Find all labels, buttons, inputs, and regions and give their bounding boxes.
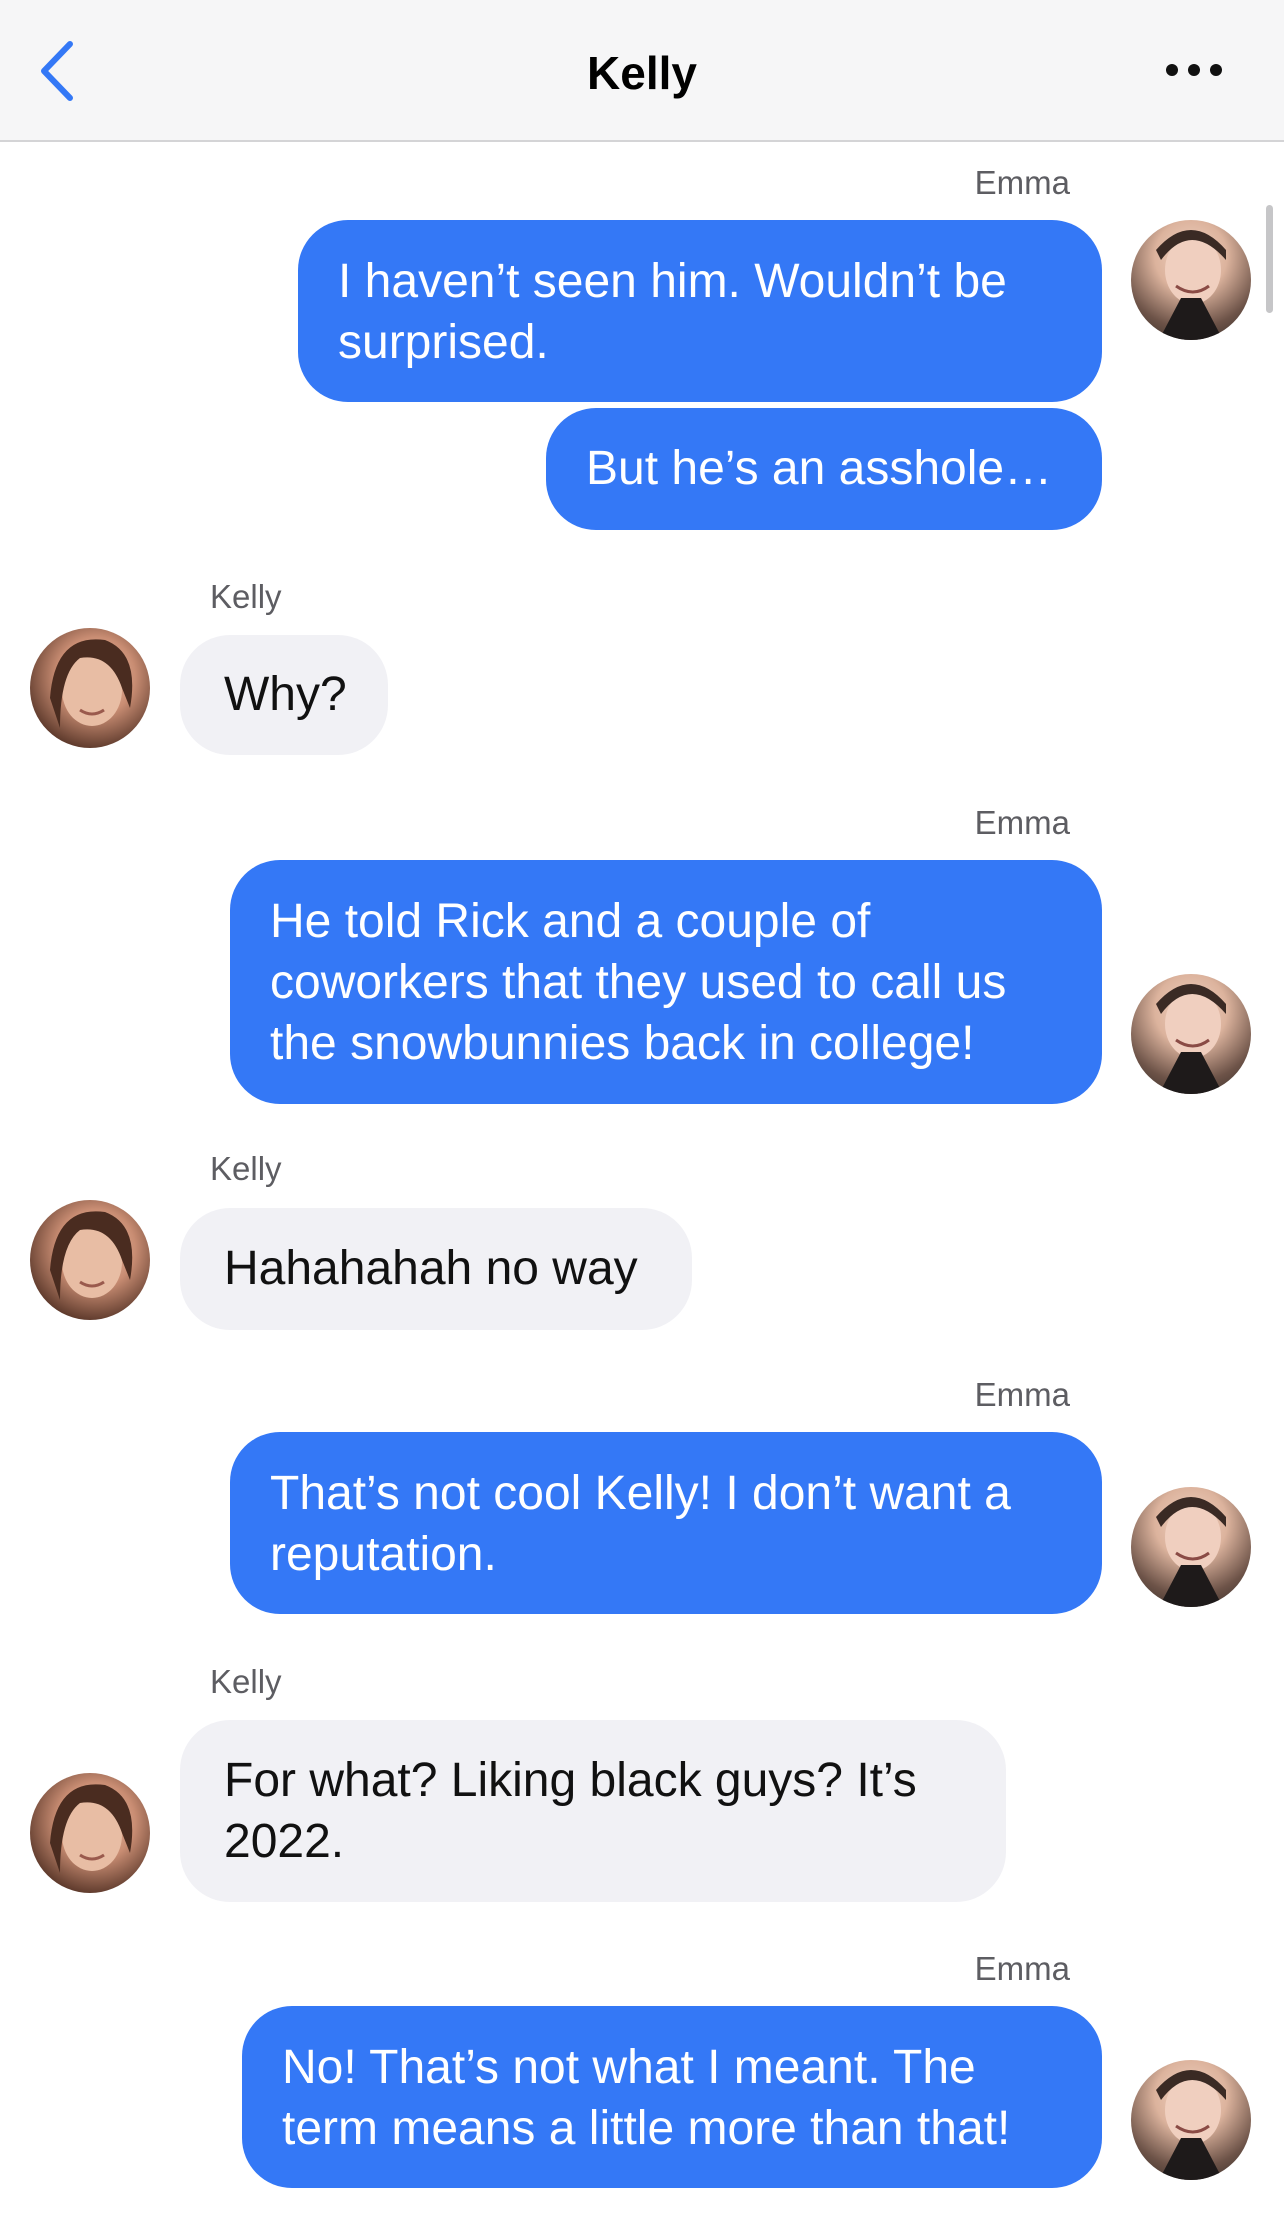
emma-avatar[interactable]	[1131, 2060, 1251, 2180]
emma-avatar[interactable]	[1131, 1487, 1251, 1607]
emma-avatar[interactable]	[1131, 220, 1251, 340]
kelly-avatar[interactable]	[30, 628, 150, 748]
message-bubble[interactable]: But he’s an asshole…	[546, 408, 1102, 530]
message-bubble[interactable]: He told Rick and a couple of coworkers t…	[230, 860, 1102, 1104]
kelly-avatar[interactable]	[30, 1200, 150, 1320]
scrollbar[interactable]	[1266, 205, 1273, 313]
sender-name: Kelly	[210, 578, 282, 615]
message-bubble[interactable]: I haven’t seen him. Wouldn’t be surprise…	[298, 220, 1102, 402]
conversation-title: Kelly	[587, 47, 697, 99]
message-bubble[interactable]: Why?	[180, 635, 388, 755]
sender-name: Emma	[974, 804, 1070, 841]
nav-header: Kelly	[0, 0, 1284, 142]
more-options-button[interactable]	[1164, 60, 1224, 80]
sender-name: Emma	[974, 164, 1070, 201]
ellipsis-icon	[1166, 64, 1222, 76]
sender-name: Emma	[974, 1376, 1070, 1413]
message-bubble[interactable]: That’s not cool Kelly! I don’t want a re…	[230, 1432, 1102, 1614]
sender-name: Kelly	[210, 1663, 282, 1700]
message-bubble[interactable]: Hahahahah no way	[180, 1208, 692, 1330]
message-bubble[interactable]: For what? Liking black guys? It’s 2022.	[180, 1720, 1006, 1902]
kelly-avatar[interactable]	[30, 1773, 150, 1893]
sender-name: Emma	[974, 1950, 1070, 1987]
sender-name: Kelly	[210, 1150, 282, 1187]
message-bubble[interactable]: No! That’s not what I meant. The term me…	[242, 2006, 1102, 2188]
emma-avatar[interactable]	[1131, 974, 1251, 1094]
